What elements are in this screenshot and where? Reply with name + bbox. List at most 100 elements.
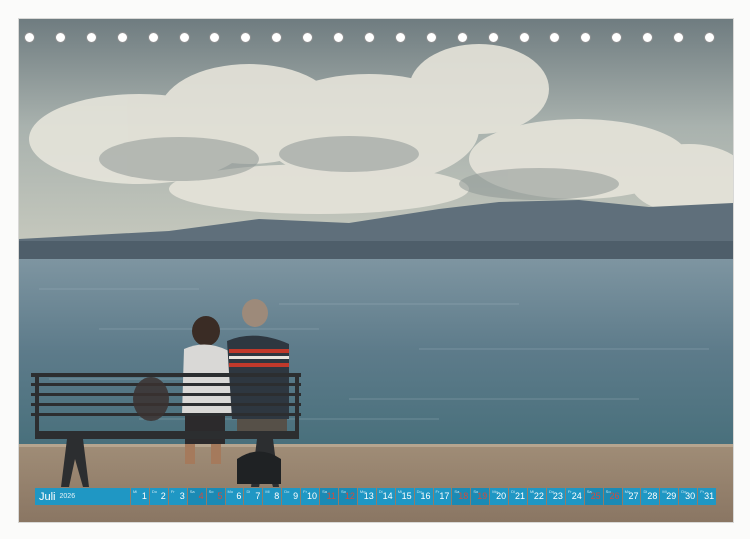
day-cell: Sa 11 (320, 488, 338, 505)
day-number: 28 (647, 491, 658, 501)
day-cell: Fr 10 (301, 488, 320, 505)
day-number: 9 (293, 491, 299, 501)
calendar-strip: Juli 2026 Mi 1 Do 2 Fr 3 Sa 4 So 5 Mo 6 Di 7 Mi 8 Do 9 Fr 1… (35, 488, 717, 505)
day-cell: So 5 (206, 488, 225, 505)
day-number: 7 (255, 491, 261, 501)
binding-hole (518, 32, 530, 43)
binding-hole (487, 32, 499, 43)
day-cell: Do 9 (282, 488, 301, 505)
month-year: 2026 (59, 493, 76, 500)
day-number: 29 (666, 491, 677, 501)
day-cell: Mi 22 (528, 488, 546, 505)
day-cell: Mo 6 (225, 488, 244, 505)
day-number: 14 (382, 491, 393, 501)
binding-hole (85, 32, 97, 43)
binding-hole (580, 32, 592, 43)
day-number: 22 (533, 491, 544, 501)
day-weekday: Fr (170, 489, 175, 494)
day-cell: Mo 20 (490, 488, 509, 505)
binding-hole (704, 32, 715, 43)
day-cell: Fr 24 (565, 488, 584, 505)
day-number: 13 (363, 491, 374, 501)
binding-hole (178, 32, 190, 43)
day-cell: Mi 1 (131, 488, 149, 505)
day-cell: Di 14 (376, 488, 395, 505)
day-number: 20 (496, 491, 507, 501)
day-number: 8 (274, 491, 280, 501)
binding-hole (549, 32, 561, 43)
photo-illustration (19, 19, 733, 522)
day-cell: Sa 25 (584, 488, 603, 505)
binding-hole (333, 32, 345, 43)
binding-hole (302, 32, 314, 43)
day-weekday: Di (246, 489, 251, 494)
day-cell: So 19 (471, 488, 490, 505)
day-number: 21 (515, 491, 526, 501)
binding-hole (642, 32, 654, 43)
day-number: 6 (236, 491, 242, 501)
day-number: 3 (179, 491, 185, 501)
day-cell: Do 16 (414, 488, 433, 505)
day-weekday: So (208, 489, 214, 494)
binding-hole (673, 32, 685, 43)
day-number: 24 (571, 491, 582, 501)
day-cell: Mi 15 (395, 488, 414, 505)
calendar-page: Juli 2026 Mi 1 Do 2 Fr 3 Sa 4 So 5 Mo 6 Di 7 Mi 8 Do 9 Fr 1… (0, 0, 750, 539)
day-cell: Sa 18 (452, 488, 471, 505)
day-cell: So 26 (603, 488, 622, 505)
day-weekday: Mi (133, 489, 138, 494)
day-number: 1 (141, 491, 147, 501)
day-number: 30 (685, 491, 696, 501)
day-number: 4 (198, 491, 204, 501)
binding-hole (364, 32, 375, 43)
day-cell: Mi 29 (660, 488, 679, 505)
binding-hole (394, 32, 406, 43)
day-cell: Do 30 (679, 488, 698, 505)
day-number: 16 (420, 491, 431, 501)
day-weekday: Do (151, 489, 158, 494)
day-weekday: Mi (265, 489, 270, 494)
day-cell: Mo 27 (622, 488, 641, 505)
day-cell: Di 21 (509, 488, 528, 505)
lake-photo (18, 18, 734, 523)
binding-hole (611, 32, 623, 43)
binding-hole (271, 32, 283, 43)
day-cell: Fr 31 (698, 488, 717, 505)
binding-hole (209, 32, 221, 43)
day-cell: Di 28 (641, 488, 660, 505)
day-number: 19 (477, 491, 488, 501)
day-number: 5 (217, 491, 223, 501)
day-cell: Fr 17 (433, 488, 452, 505)
day-number: 26 (609, 491, 620, 501)
binding-hole (24, 32, 35, 43)
binding-hole (456, 32, 468, 43)
day-number: 31 (704, 491, 715, 501)
day-cell: Do 2 (149, 488, 168, 505)
day-number: 23 (552, 491, 563, 501)
day-number: 11 (326, 491, 336, 501)
day-cell: Fr 3 (168, 488, 187, 505)
month-name: Juli (39, 490, 56, 503)
binding-hole (425, 32, 437, 43)
day-cell: Mi 8 (263, 488, 282, 505)
day-weekday: Do (284, 489, 290, 494)
day-number: 2 (160, 491, 166, 501)
day-number: 18 (458, 491, 469, 501)
day-number: 17 (439, 491, 450, 501)
month-label: Juli 2026 (35, 488, 130, 505)
day-number: 12 (344, 491, 355, 501)
day-cell: Sa 4 (187, 488, 206, 505)
day-cell: Do 23 (546, 488, 565, 505)
binding-holes (24, 32, 728, 48)
binding-hole (240, 32, 252, 43)
day-number: 25 (590, 491, 601, 501)
day-cell: Mo 13 (357, 488, 376, 505)
day-weekday: Mo (227, 489, 234, 494)
binding-hole (54, 32, 66, 43)
day-weekday: Sa (189, 489, 195, 494)
day-cell: So 12 (338, 488, 357, 505)
binding-hole (147, 32, 159, 43)
day-number: 10 (307, 491, 318, 501)
day-number: 15 (401, 491, 412, 501)
day-cell: Di 7 (244, 488, 263, 505)
